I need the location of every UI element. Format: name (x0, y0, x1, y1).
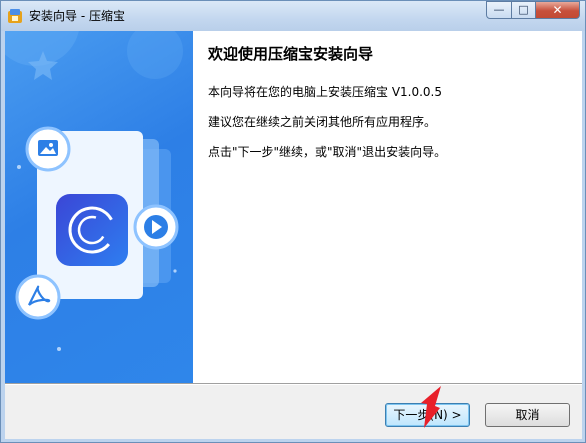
play-icon (133, 204, 179, 250)
wizard-advice-text: 建议您在继续之前关闭其他所有应用程序。 (208, 115, 437, 129)
installer-window: 安装向导 - 压缩宝 — □ ✕ 欢迎使用压缩宝安装向导 本向导将在您的电脑上安… (0, 0, 586, 443)
wizard-client-area: 欢迎使用压缩宝安装向导 本向导将在您的电脑上安装压缩宝 V1.0.0.5 建议您… (5, 31, 582, 439)
side-banner (5, 31, 193, 383)
minimize-button[interactable]: — (486, 1, 512, 19)
red-arrow-annotation (421, 386, 441, 428)
footer-divider (5, 383, 582, 385)
wizard-intro-text: 本向导将在您的电脑上安装压缩宝 V1.0.0.5 (208, 85, 443, 99)
window-title: 安装向导 - 压缩宝 (29, 9, 125, 23)
wizard-heading: 欢迎使用压缩宝安装向导 (208, 45, 374, 63)
wizard-instruction-text: 点击"下一步"继续，或"取消"退出安装向导。 (208, 145, 447, 159)
close-button[interactable]: ✕ (535, 1, 580, 19)
pdf-icon (15, 274, 61, 320)
image-icon (25, 126, 71, 172)
installer-app-icon (8, 9, 22, 23)
title-bar[interactable]: 安装向导 - 压缩宝 — □ ✕ (1, 1, 585, 31)
wizard-content: 欢迎使用压缩宝安装向导 本向导将在您的电脑上安装压缩宝 V1.0.0.5 建议您… (193, 31, 582, 383)
app-logo-icon (56, 194, 128, 266)
banner-illustration (5, 31, 183, 351)
maximize-button[interactable]: □ (511, 1, 536, 19)
cancel-button[interactable]: 取消 (485, 403, 570, 427)
